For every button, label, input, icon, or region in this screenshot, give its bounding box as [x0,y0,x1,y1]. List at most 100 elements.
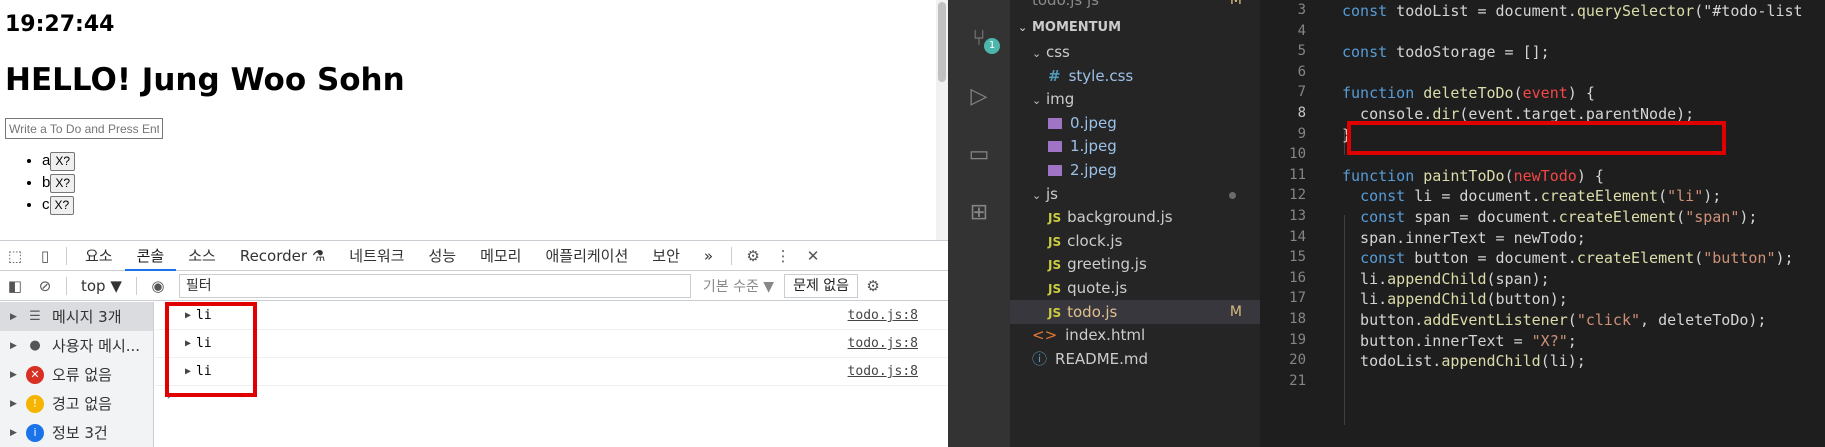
more-tabs-button[interactable]: » [692,241,725,271]
delete-todo-button[interactable]: X? [50,151,76,171]
tree-item-label: 2.jpeg [1070,161,1117,179]
chevron-down-icon: ⌄ [1032,188,1042,202]
console-log-row[interactable]: ▶ li todo.js:8 [155,330,948,358]
console-log-row[interactable]: ▶ li todo.js:8 [155,302,948,330]
code-line[interactable]: button.addEventListener("click", deleteT… [1342,311,1766,329]
file-item[interactable]: # style.css [1010,64,1260,88]
sidebar-toggle-icon[interactable]: ◧ [0,271,30,301]
devtools-tab[interactable]: 네트워크 [337,241,416,271]
activity-bar: ⑂ 1 ▷ ▭ ⊞ [948,0,1010,447]
devtools-tab[interactable]: 소스 [176,241,228,271]
console-sidebar-item[interactable]: ▶ ● 사용자 메시... [0,331,153,360]
gear-icon[interactable]: ⚙ [858,271,888,301]
line-number: 20 [1289,352,1306,369]
remote-explorer-icon[interactable]: ▭ [963,138,995,170]
devtools-tab[interactable]: 성능 [416,241,468,271]
code-line[interactable]: function deleteToDo(event) { [1342,84,1595,102]
devtools-tabs: 요소 콘솔 소스 Recorder ⚗ 네트워크 성능 메모리 애플리케이션 보안 [73,241,692,271]
tree-item-label: css [1046,43,1070,61]
folder-item[interactable]: ⌄ css [1010,40,1260,64]
file-item[interactable]: 0.jpeg [1010,111,1260,135]
devtools-tab[interactable]: 애플리케이션 [533,241,640,271]
code-line[interactable]: li.appendChild(span); [1342,270,1550,288]
html-file-icon: <> [1032,326,1058,345]
console-sidebar-item[interactable]: ▶ ✕ 오류 없음 [0,360,153,389]
code-line[interactable]: button.innerText = "X?"; [1342,332,1577,350]
filter-input[interactable]: 필터 [178,273,691,298]
context-select[interactable]: top ▼ [73,274,130,298]
page-scrollbar[interactable] [936,0,948,240]
modified-flag: M [1229,303,1242,320]
code-line[interactable]: todoList.appendChild(li); [1342,352,1586,370]
log-source-link[interactable]: todo.js:8 [848,336,918,351]
scm-count-badge: 1 [984,38,1000,54]
console-prompt[interactable]: › [155,386,948,406]
code-editor[interactable]: 3 const todoList = document.querySelector… [1260,0,1825,447]
file-item[interactable]: JS clock.js [1010,229,1260,253]
devtools-tab[interactable]: 메모리 [468,241,533,271]
open-editor-item[interactable]: todo.js js M [1010,0,1260,12]
vscode-window: ⑂ 1 ▷ ▭ ⊞ todo.js js M ⌄ MOMENTUM ⌄ css # st… [948,0,1825,447]
user-icon: ● [29,338,41,353]
file-item[interactable]: 1.jpeg [1010,134,1260,158]
scrollbar-thumb[interactable] [938,2,946,82]
file-item[interactable]: <> index.html [1010,323,1260,347]
close-icon[interactable]: ✕ [798,241,828,271]
devtools-tab[interactable]: 요소 [73,241,125,271]
devtools-tab[interactable]: Recorder ⚗ [228,241,337,271]
extensions-icon[interactable]: ⊞ [963,196,995,228]
eye-icon[interactable]: ◉ [143,271,173,301]
console-sidebar-item[interactable]: ▶ ☰ 메시지 3개 [0,302,153,331]
info-file-icon: ⓘ [1032,349,1048,368]
file-item[interactable]: 2.jpeg [1010,158,1260,182]
log-levels-dropdown[interactable]: 기본 수준 ▼ [703,276,774,296]
tree-item-label: README.md [1055,349,1149,368]
line-number: 6 [1297,63,1306,80]
delete-todo-button[interactable]: X? [50,173,76,193]
chevron-down-icon: ⌄ [1018,21,1028,34]
code-line[interactable]: li.appendChild(button); [1342,290,1568,308]
code-line[interactable]: const todoStorage = []; [1342,43,1550,61]
console-sidebar-item[interactable]: ▶! 경고 없음 [0,389,153,418]
issues-button[interactable]: 문제 없음 [784,273,859,298]
clear-console-icon[interactable]: ⊘ [30,271,60,301]
workspace-root[interactable]: ⌄ MOMENTUM [1010,16,1260,40]
code-line[interactable]: const span = document.createElement("spa… [1342,208,1757,226]
file-item[interactable]: JS todo.js M [1010,299,1260,324]
line-number: 12 [1289,187,1306,204]
console-log-row[interactable]: ▶ li todo.js:8 [155,358,948,386]
console-sidebar-label: 정보 3건 [52,424,108,442]
expand-arrow-icon: ▶ [10,398,17,409]
file-item[interactable]: JS background.js [1010,205,1260,229]
device-toggle-icon[interactable]: ▯ [30,241,60,271]
run-debug-icon[interactable]: ▷ [963,80,995,112]
code-line[interactable]: function paintToDo(newTodo) { [1342,167,1604,185]
todo-input[interactable] [5,118,163,139]
devtools-tab[interactable]: 콘솔 [124,241,177,271]
console-sidebar-item[interactable]: ▶ i 정보 3건 [0,418,153,447]
console-sidebar-label: 오류 없음 [52,366,112,384]
code-line[interactable]: const todoList = document.querySelector(… [1342,2,1803,20]
tree-item-label: 1.jpeg [1070,137,1117,156]
file-item[interactable]: JS greeting.js [1010,252,1260,276]
log-source-link[interactable]: todo.js:8 [848,364,918,379]
inspect-icon[interactable]: ⬚ [0,241,30,271]
line-number: 14 [1289,228,1306,245]
code-line[interactable]: const li = document.createElement("li"); [1342,187,1721,205]
gear-icon[interactable]: ⚙ [738,241,768,271]
tree-item-label: background.js [1067,208,1173,227]
devtools-tab[interactable]: 보안 [640,241,692,271]
log-source-link[interactable]: todo.js:8 [848,308,918,323]
file-item[interactable]: JS quote.js [1010,276,1260,300]
folder-item[interactable]: ⌄ img [1010,87,1260,111]
code-line[interactable]: span.innerText = newTodo; [1342,229,1586,247]
tree-item-label: js [1046,184,1058,203]
folder-item[interactable]: ⌄ js [1010,182,1260,206]
todo-item: aX? [42,150,936,172]
todo-item: cX? [42,194,936,216]
delete-todo-button[interactable]: X? [49,195,75,215]
kebab-menu-icon[interactable]: ⋮ [768,241,798,271]
tree-item-label: style.css [1068,66,1134,85]
code-line[interactable]: const button = document.createElement("b… [1342,249,1794,267]
file-item[interactable]: ⓘ README.md [1010,347,1260,371]
